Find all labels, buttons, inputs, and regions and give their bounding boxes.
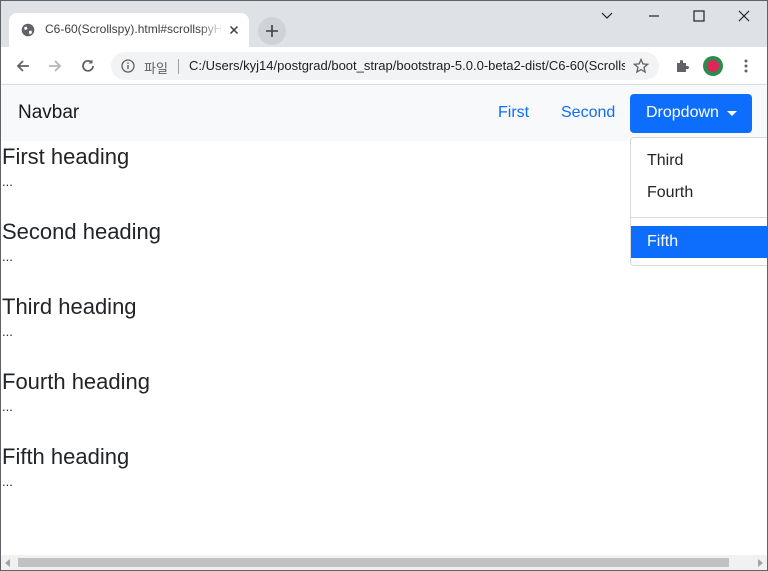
navbar-brand[interactable]: Navbar: [18, 102, 79, 124]
navbar: Navbar First Second Dropdown: [1, 85, 767, 141]
dropdown-item-label: Fifth: [647, 233, 679, 250]
minimize-line-icon: [649, 15, 659, 17]
back-button[interactable]: [11, 54, 35, 78]
forward-button[interactable]: [43, 54, 67, 78]
dropdown-button[interactable]: Dropdown: [630, 94, 752, 133]
section-fifth: Fifth heading ...: [2, 444, 129, 489]
info-icon[interactable]: [121, 59, 135, 73]
dropdown-menu: Third Fourth Fifth: [630, 137, 767, 266]
forward-icon: [49, 60, 62, 72]
section-heading: Fourth heading: [2, 369, 150, 394]
section-second: Second heading ...: [2, 219, 161, 264]
page-viewport: Navbar First Second Dropdown First headi…: [1, 85, 767, 555]
close-icon[interactable]: [227, 23, 241, 37]
section-first: First heading ...: [2, 144, 129, 189]
dropdown-item-label: Third: [647, 152, 684, 169]
section-heading: First heading: [2, 144, 130, 169]
horizontal-scrollbar[interactable]: [1, 555, 767, 570]
back-icon: [16, 60, 29, 72]
section-body: ...: [2, 399, 13, 414]
dropdown-item-third[interactable]: Third: [631, 145, 767, 177]
scrollbar-thumb[interactable]: [18, 558, 729, 567]
caret-down-icon: [727, 111, 737, 116]
minimize-icon: [601, 12, 613, 19]
dropdown-item-label: Fourth: [647, 184, 694, 201]
reload-button[interactable]: [76, 54, 100, 78]
browser-window: C6-60(Scrollspy).html#scrollspyHeading5: [0, 0, 768, 571]
nav-link-second[interactable]: Second: [561, 104, 615, 122]
browser-menu-button[interactable]: [734, 54, 758, 78]
tab-title-fade: [199, 19, 223, 41]
plus-icon: [266, 25, 278, 37]
kebab-menu-icon: [744, 59, 748, 73]
nav-link-first[interactable]: First: [498, 104, 529, 122]
address-scheme-label: 파일: [144, 61, 168, 76]
dropdown-item-fifth[interactable]: Fifth: [631, 226, 767, 258]
section-body: ...: [2, 474, 13, 489]
scroll-left-icon[interactable]: [5, 559, 10, 567]
maximize-icon: [693, 10, 705, 22]
extensions-button[interactable]: [670, 54, 694, 78]
profile-avatar[interactable]: [703, 56, 723, 76]
section-body: ...: [2, 324, 13, 339]
browser-toolbar: 파일 C:/Users/kyj14/postgrad/boot_strap/bo…: [1, 47, 767, 85]
star-icon[interactable]: [633, 58, 649, 74]
address-url[interactable]: C:/Users/kyj14/postgrad/boot_strap/boots…: [189, 58, 625, 73]
close-window-button[interactable]: [731, 5, 757, 27]
extensions-icon: [677, 60, 689, 72]
maximize-button[interactable]: [686, 5, 712, 27]
restore-button[interactable]: [641, 5, 667, 27]
scroll-right-icon[interactable]: [758, 559, 763, 567]
dropdown-label: Dropdown: [646, 104, 719, 121]
globe-icon: [21, 23, 35, 37]
close-window-icon: [738, 10, 750, 22]
section-body: ...: [2, 174, 13, 189]
tab-title: C6-60(Scrollspy).html#scrollspyHeading5: [45, 22, 221, 36]
section-heading: Third heading: [2, 294, 137, 319]
new-tab-button[interactable]: [258, 17, 286, 45]
section-body: ...: [2, 249, 13, 264]
reload-icon: [82, 59, 94, 72]
section-heading: Fifth heading: [2, 444, 130, 469]
tab-strip: C6-60(Scrollspy).html#scrollspyHeading5: [1, 1, 767, 47]
dropdown-divider: [631, 217, 767, 218]
section-fourth: Fourth heading ...: [2, 369, 150, 414]
dropdown-item-fourth[interactable]: Fourth: [631, 177, 767, 209]
browser-tab[interactable]: C6-60(Scrollspy).html#scrollspyHeading5: [9, 13, 249, 47]
section-heading: Second heading: [2, 219, 162, 244]
address-divider: [178, 59, 179, 74]
minimize-button[interactable]: [594, 5, 620, 27]
address-bar[interactable]: 파일 C:/Users/kyj14/postgrad/boot_strap/bo…: [111, 52, 659, 80]
section-third: Third heading ...: [2, 294, 137, 339]
